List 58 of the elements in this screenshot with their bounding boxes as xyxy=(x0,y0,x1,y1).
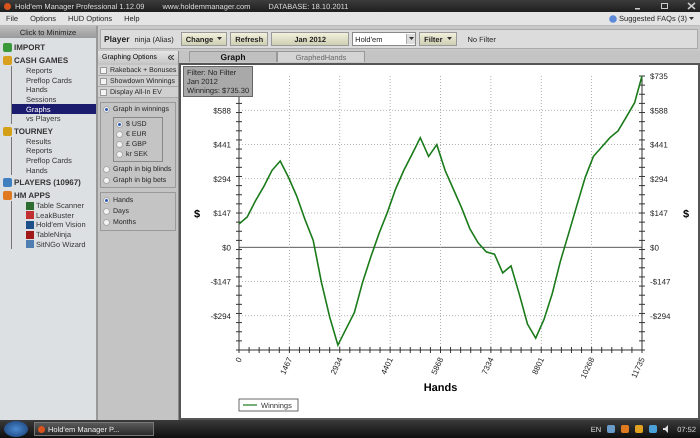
x-tick-label: 2934 xyxy=(328,356,345,376)
x-tick-label: 0 xyxy=(234,356,244,364)
tab[interactable]: Graph xyxy=(189,51,277,62)
caret-icon xyxy=(408,37,414,41)
y-tick-label: $294 xyxy=(213,174,231,184)
collapse-icon xyxy=(168,54,174,60)
sidebar-section[interactable]: TOURNEY xyxy=(14,126,53,136)
y-axis-label: $ xyxy=(194,208,200,220)
sidebar-section[interactable]: HM APPS xyxy=(14,190,50,200)
radio-button[interactable] xyxy=(103,197,110,204)
x-tick-label: 10268 xyxy=(578,356,596,380)
sidebar-section[interactable]: CASH GAMES xyxy=(14,56,68,65)
x-tick-label: 4401 xyxy=(379,356,395,376)
radio-button[interactable] xyxy=(116,131,123,138)
y-tick-label: $147 xyxy=(213,209,231,218)
checkbox[interactable] xyxy=(100,66,107,74)
y-tick-label: -$147 xyxy=(650,278,670,286)
start-button[interactable] xyxy=(4,421,28,437)
y-tick-label: $588 xyxy=(650,106,668,116)
network-icon[interactable] xyxy=(649,425,658,433)
sidebar-section[interactable]: IMPORT xyxy=(14,43,46,52)
caret-icon xyxy=(689,16,694,20)
y-tick-label: $147 xyxy=(650,209,668,218)
radio-button[interactable] xyxy=(103,219,110,226)
app-icon xyxy=(4,2,11,10)
radio-button[interactable] xyxy=(116,141,123,148)
x-tick-label: 5868 xyxy=(430,356,446,376)
sidebar-section[interactable]: PLAYERS (10967) xyxy=(14,178,81,187)
radio-button[interactable] xyxy=(103,106,110,113)
player-label: Player xyxy=(104,34,130,44)
y-tick-label: -$147 xyxy=(210,278,231,286)
y-tick-label: -$294 xyxy=(210,312,231,321)
checkbox[interactable] xyxy=(100,88,107,96)
y-tick-label: $441 xyxy=(213,140,231,150)
caret-icon xyxy=(217,37,222,41)
radio-button[interactable] xyxy=(103,177,110,184)
x-tick-label: 1467 xyxy=(278,356,294,376)
y-tick-label: -$294 xyxy=(650,312,670,321)
radio-button[interactable] xyxy=(116,151,123,158)
radio-button[interactable] xyxy=(116,121,123,128)
close-icon[interactable] xyxy=(687,2,696,10)
y-tick-label: $294 xyxy=(650,174,668,184)
x-tick-label: 11735 xyxy=(630,356,647,380)
y-tick-label: $441 xyxy=(650,140,668,150)
y-tick-label: $735 xyxy=(650,72,668,81)
radio-button[interactable] xyxy=(103,208,110,215)
y-tick-label: $0 xyxy=(650,243,659,252)
y-tick-label: $588 xyxy=(213,106,231,116)
x-tick-label: 8801 xyxy=(530,356,546,376)
section-icon xyxy=(3,126,12,136)
caret-icon xyxy=(446,37,452,41)
checkbox[interactable] xyxy=(100,78,107,84)
y-tick-label: $0 xyxy=(222,243,231,252)
x-tick-label: 7334 xyxy=(480,356,496,376)
radio-button[interactable] xyxy=(103,166,110,173)
x-axis-title: Hands xyxy=(424,382,458,394)
y-axis-label: $ xyxy=(682,208,690,220)
maximize-icon[interactable] xyxy=(660,2,669,10)
